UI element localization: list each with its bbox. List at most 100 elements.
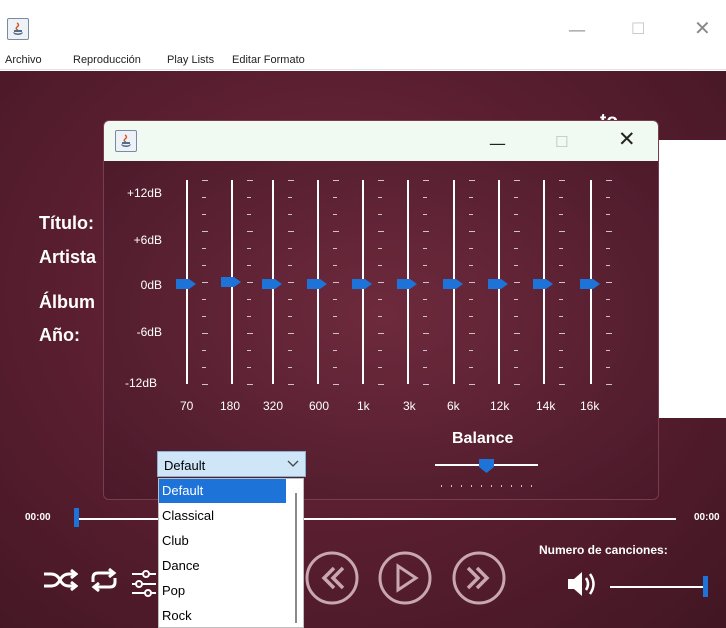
preset-combobox[interactable]: Default <box>157 451 306 477</box>
eq-band-thumb[interactable] <box>220 275 241 287</box>
play-icon[interactable] <box>376 549 434 612</box>
eq-band-thumb[interactable] <box>306 277 327 289</box>
next-icon[interactable] <box>450 549 508 612</box>
eq-band-slider[interactable] <box>221 180 253 385</box>
eq-band-tick <box>202 265 206 266</box>
equalizer-settings-icon[interactable] <box>130 566 158 603</box>
eq-band-tick <box>247 248 251 249</box>
eq-band-thumb[interactable] <box>487 277 508 289</box>
eq-band-tick <box>606 265 610 266</box>
eq-band-tick <box>247 231 253 232</box>
eq-band-tick <box>247 333 253 334</box>
volume-slider[interactable] <box>610 586 706 588</box>
eq-band-tick <box>333 231 339 232</box>
eq-band-tick <box>288 316 292 317</box>
eq-band-thumb[interactable] <box>532 277 553 289</box>
eq-band-tick <box>288 248 292 249</box>
eq-band-tick <box>514 299 518 300</box>
close-button[interactable]: ✕ <box>694 18 711 38</box>
total-time: 00:00 <box>694 512 720 523</box>
eq-band-tick <box>559 350 563 351</box>
eq-band-tick <box>423 367 427 368</box>
preset-option-classical[interactable]: Classical <box>159 504 286 528</box>
eq-band-tick <box>288 214 292 215</box>
eq-band-thumb[interactable] <box>396 277 417 289</box>
eq-band-slider[interactable] <box>443 180 475 385</box>
eq-band-tick <box>514 248 518 249</box>
eq-band-slider[interactable] <box>488 180 520 385</box>
eq-band-tick <box>247 214 251 215</box>
eq-band-thumb[interactable] <box>442 277 463 289</box>
preset-option-default[interactable]: Default <box>159 479 286 503</box>
eq-band-tick <box>202 384 208 385</box>
maximize-button[interactable]: ☐ <box>555 133 568 151</box>
preset-combobox-value: Default <box>164 458 206 473</box>
shuffle-icon[interactable] <box>42 568 79 597</box>
preset-option-dance[interactable]: Dance <box>159 554 286 578</box>
eq-band-tick <box>514 367 518 368</box>
eq-band-tick <box>247 282 253 283</box>
minimize-button[interactable]: — <box>568 22 586 40</box>
eq-band-tick <box>423 180 429 181</box>
eq-band-tick <box>559 265 563 266</box>
eq-band-thumb[interactable] <box>579 277 600 289</box>
preset-option-pop[interactable]: Pop <box>159 579 286 603</box>
eq-band-tick <box>423 282 429 283</box>
eq-band-tick <box>606 316 610 317</box>
eq-band-tick <box>559 316 563 317</box>
band-frequency-label: 70 <box>180 399 194 413</box>
maximize-button[interactable]: ☐ <box>631 20 645 38</box>
band-frequency-label: 1k <box>357 399 370 413</box>
eq-band-slider[interactable] <box>307 180 339 385</box>
menu-archivo[interactable]: Archivo <box>5 54 42 66</box>
band-frequency-label: 16k <box>580 399 600 413</box>
volume-icon[interactable] <box>566 569 602 604</box>
eq-band-tick <box>514 282 520 283</box>
chevron-down-icon[interactable] <box>287 457 299 472</box>
preset-option-rock[interactable]: Rock <box>159 604 286 627</box>
eq-band-tick <box>514 197 518 198</box>
eq-band-slider[interactable] <box>352 180 384 385</box>
equalizer-titlebar: — ☐ ✕ <box>104 121 658 161</box>
playlist-box[interactable] <box>658 140 726 418</box>
menubar: Archivo Reproducción Play Lists Editar F… <box>0 50 726 70</box>
band-frequency-label: 320 <box>263 399 284 413</box>
preset-option-club[interactable]: Club <box>159 529 286 553</box>
repeat-icon[interactable] <box>87 566 121 599</box>
minimize-button[interactable]: — <box>489 135 506 153</box>
eq-band-thumb[interactable] <box>175 277 196 289</box>
eq-band-tick <box>423 197 427 198</box>
menu-reproduccion[interactable]: Reproducción <box>73 54 141 66</box>
previous-icon[interactable] <box>303 549 361 612</box>
eq-band-tick <box>247 299 251 300</box>
eq-band-tick <box>333 350 337 351</box>
eq-band-tick <box>333 214 337 215</box>
band-frequency-label: 12k <box>490 399 510 413</box>
eq-band-tick <box>247 265 251 266</box>
eq-band-slider[interactable] <box>580 180 612 385</box>
eq-band-thumb[interactable] <box>351 277 372 289</box>
eq-band-tick <box>606 197 610 198</box>
eq-band-tick <box>559 197 563 198</box>
eq-band-tick <box>378 350 382 351</box>
eq-band-tick <box>469 197 473 198</box>
eq-band-slider[interactable] <box>397 180 429 385</box>
preset-list-scrollbar-thumb[interactable] <box>295 493 297 623</box>
eq-band-tick <box>333 282 339 283</box>
eq-band-thumb[interactable] <box>261 277 282 289</box>
eq-band-tick <box>288 299 292 300</box>
eq-band-tick <box>333 180 339 181</box>
menu-play-lists[interactable]: Play Lists <box>167 54 214 66</box>
menu-editar-formato[interactable]: Editar Formato <box>232 54 305 66</box>
eq-band-tick <box>606 299 610 300</box>
eq-band-tick <box>378 248 382 249</box>
volume-slider-thumb[interactable] <box>703 576 708 597</box>
eq-band-slider[interactable] <box>176 180 208 385</box>
eq-band-tick <box>559 333 565 334</box>
eq-band-tick <box>288 333 294 334</box>
close-button[interactable]: ✕ <box>618 129 636 150</box>
eq-band-tick <box>514 316 518 317</box>
eq-band-slider[interactable] <box>533 180 565 385</box>
progress-slider-thumb[interactable] <box>74 508 79 527</box>
eq-band-slider[interactable] <box>262 180 294 385</box>
